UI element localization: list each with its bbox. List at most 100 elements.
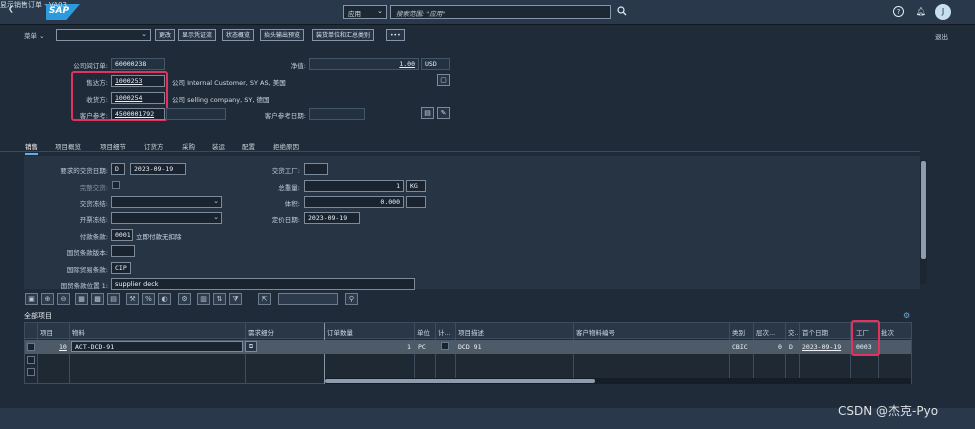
chevron-down-icon: ⌄: [213, 197, 219, 205]
shipping-units-button[interactable]: 装货单位和汇总类别: [312, 29, 375, 41]
exit-button[interactable]: 退出: [935, 31, 948, 41]
row-select-checkbox[interactable]: [27, 356, 35, 364]
col-requirement-segment[interactable]: 需求细分: [248, 327, 274, 337]
footer-bar: [0, 408, 975, 429]
billing-block-select[interactable]: ⌄: [111, 212, 222, 224]
horizontal-scrollbar-thumb[interactable]: [325, 379, 595, 383]
volume-unit-field[interactable]: [406, 196, 426, 208]
schedule-lines-icon[interactable]: ⚒: [126, 293, 139, 305]
tab-item-overview[interactable]: 项目概览: [55, 141, 81, 151]
all-items-title: 全部项目: [24, 312, 52, 320]
item-search-field[interactable]: [278, 293, 338, 305]
deselect-icon[interactable]: ▤: [107, 293, 120, 305]
app-title[interactable]: 显示销售订单 - VA03: [0, 0, 67, 10]
item-detail-icon[interactable]: ▣: [25, 293, 38, 305]
doc-flow-button[interactable]: 显示凭证流: [178, 29, 217, 41]
incoterms-version-field[interactable]: [111, 245, 135, 257]
tab-shipping[interactable]: 装运: [212, 141, 225, 151]
billing-block-label: 开票冻结:: [79, 216, 108, 224]
ship-to-field[interactable]: 1000254: [111, 92, 165, 104]
bell-icon[interactable]: 🔔︎: [915, 6, 927, 18]
select-block-icon[interactable]: ▩: [91, 293, 104, 305]
material-field[interactable]: ACT-DCD-91: [71, 341, 243, 352]
chevron-down-icon[interactable]: ⌄: [0, 0, 6, 8]
search-input[interactable]: 搜索范围: "应用": [390, 5, 611, 19]
col-category[interactable]: 类别: [732, 327, 745, 337]
status-overview-button[interactable]: 状态概览: [222, 29, 255, 41]
payment-terms-desc: 立即付款无扣除: [136, 233, 182, 241]
currency-field[interactable]: USD: [421, 58, 450, 70]
insert-row-icon[interactable]: ⊕: [41, 293, 54, 305]
search-scope-select[interactable]: 应用 ⌄: [343, 5, 387, 19]
tab-procurement[interactable]: 采购: [182, 141, 195, 151]
value-help-icon[interactable]: ⧉: [245, 341, 257, 352]
volume-field[interactable]: 0.000: [304, 196, 404, 208]
tab-item-detail[interactable]: 项目细节: [100, 141, 126, 151]
select-all-icon[interactable]: ▦: [75, 293, 88, 305]
chevron-down-icon: ⌄: [141, 30, 147, 38]
col-level[interactable]: 层次...: [756, 327, 775, 337]
document-icon[interactable]: ▤: [421, 107, 434, 119]
help-icon[interactable]: ?: [893, 6, 904, 17]
sold-to-label: 售达方:: [86, 79, 108, 87]
pricing-date-field[interactable]: 2023-09-19: [304, 212, 360, 224]
col-first-date[interactable]: 首个日期: [802, 327, 828, 337]
find-icon[interactable]: ⚲: [345, 293, 358, 305]
delete-row-icon[interactable]: ⊖: [57, 293, 70, 305]
scrollbar-thumb[interactable]: [921, 161, 926, 259]
tab-rejection-reason[interactable]: 拒绝原因: [273, 141, 299, 151]
payment-terms-field[interactable]: 0001: [111, 229, 133, 241]
header-output-preview-button[interactable]: 抬头输出预览: [260, 29, 305, 41]
incoterms-location-field[interactable]: supplier deck: [111, 278, 415, 290]
toolbar-select[interactable]: ⌄: [56, 29, 151, 41]
col-batch[interactable]: 批次: [881, 327, 894, 337]
col-item-description[interactable]: 项目描述: [458, 327, 484, 337]
customer-ref-extra-field[interactable]: [166, 108, 226, 120]
ship-to-label: 收货方:: [86, 96, 108, 104]
sort-icon[interactable]: ⇅: [213, 293, 226, 305]
sold-to-field[interactable]: 1000253: [111, 75, 165, 87]
tab-configuration[interactable]: 配置: [242, 141, 255, 151]
weight-unit-field[interactable]: KG: [406, 180, 426, 192]
customer-ref-date-field[interactable]: [309, 108, 365, 120]
pricing-icon[interactable]: %: [142, 293, 155, 305]
col-customer-material[interactable]: 客户物料编号: [576, 327, 615, 337]
delivery-block-select[interactable]: ⌄: [111, 196, 222, 208]
menu-button[interactable]: 菜单 ⌄: [24, 30, 45, 40]
calc-checkbox[interactable]: [441, 342, 449, 350]
change-button[interactable]: 更改: [155, 29, 176, 41]
partner-detail-icon[interactable]: ▢: [437, 74, 450, 86]
avatar[interactable]: J: [935, 4, 951, 20]
complete-delivery-checkbox[interactable]: [112, 181, 120, 189]
col-calc[interactable]: 计...: [438, 327, 451, 337]
net-value-field[interactable]: 1.00: [309, 58, 419, 70]
incoterms-location-label: 国贸条款位置 1:: [60, 282, 108, 290]
col-item[interactable]: 项目: [40, 327, 53, 337]
item-number[interactable]: 10: [59, 343, 67, 351]
col-unit[interactable]: 单位: [417, 327, 430, 337]
row-select-checkbox[interactable]: [27, 343, 35, 351]
col-material[interactable]: 物料: [72, 327, 85, 337]
req-date-type-field[interactable]: D: [111, 163, 125, 175]
col-order-quantity[interactable]: 订单数量: [327, 327, 353, 337]
ship-to-desc: 公司 selling company, SY, 德国: [172, 96, 270, 104]
tab-sales[interactable]: 销售: [25, 141, 38, 155]
settings-gear-icon[interactable]: ⚙: [903, 311, 910, 320]
edit-icon[interactable]: ✎: [437, 107, 450, 119]
order-field[interactable]: 60000238: [111, 58, 165, 70]
filter-icon[interactable]: ⧩: [229, 293, 242, 305]
incoterms-field[interactable]: CIP: [111, 262, 131, 274]
first-date[interactable]: 2023-09-19: [802, 343, 841, 351]
delivery-plant-field[interactable]: [304, 163, 328, 175]
table-settings-icon[interactable]: ▥: [197, 293, 210, 305]
tab-ordering-party[interactable]: 订货方: [144, 141, 164, 151]
total-weight-field[interactable]: 1: [304, 180, 404, 192]
row-select-checkbox[interactable]: [27, 368, 35, 376]
availability-icon[interactable]: ◐: [158, 293, 171, 305]
customer-ref-field[interactable]: 4500001792: [111, 108, 165, 120]
config-icon[interactable]: ⚙: [178, 293, 191, 305]
req-delivery-date-field[interactable]: 2023-09-19: [130, 163, 186, 175]
more-button[interactable]: •••: [386, 29, 405, 41]
search-icon[interactable]: [617, 6, 627, 16]
item-action-icon[interactable]: ⇱: [258, 293, 271, 305]
